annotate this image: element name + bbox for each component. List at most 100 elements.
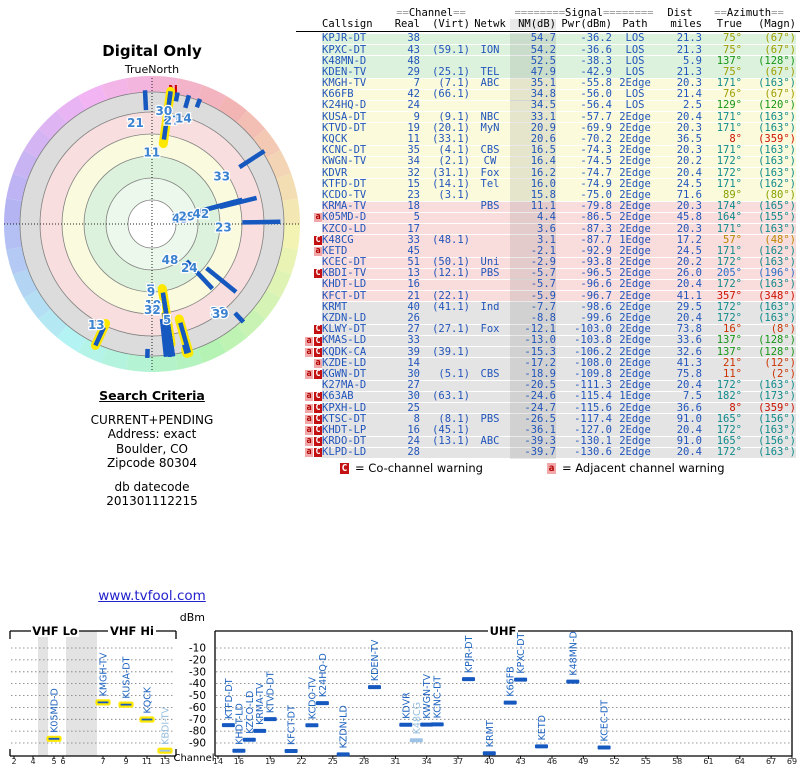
x-axis-tick-label: 14	[213, 757, 223, 766]
tvfool-report-page: Digital Only TrueNorthN38434829742249191…	[0, 0, 800, 768]
x-axis-tick-label: 40	[484, 757, 494, 766]
table-row: KUSA-DT9(9.1)NBC33.1-57.72Edge20.4171°(1…	[296, 112, 800, 123]
signal-bar-callsign-label: KRMA-TV	[255, 682, 266, 725]
signal-bar	[120, 703, 133, 707]
adjacent-channel-badge-icon: a	[305, 426, 313, 435]
signal-bar	[159, 749, 172, 753]
radar-spoke	[197, 99, 200, 107]
signal-bar	[504, 701, 517, 705]
signal-strength-chart: -10-20-30-40-50-60-70-80-90VHF LoVHF HiU…	[0, 608, 800, 768]
radar-channel-label: 21	[127, 116, 144, 130]
signal-bar-callsign-label: K24HQ-D	[318, 653, 329, 697]
search-city: Boulder, CO	[0, 442, 304, 457]
radar-channel-label: 24	[181, 261, 198, 275]
adjacent-channel-badge-icon: a	[314, 213, 322, 222]
x-axis-tick-label: 37	[453, 757, 463, 766]
table-row: CKBDI-TV13(12.1)PBS-5.7-96.52Edge26.0205…	[296, 268, 800, 279]
warning-legend: C = Co-channel warning a = Adjacent chan…	[340, 461, 725, 475]
signal-table: ==Channel==========Signal========Dist==A…	[296, 8, 800, 459]
co-channel-badge-icon: C	[314, 236, 322, 245]
adjacent-channel-badge-icon: a	[547, 463, 556, 474]
signal-table-rows: KPJR-DT3854.7-36.2LOS21.375°(67°)KPXC-DT…	[296, 33, 800, 458]
table-row: KQCK11(33.1)20.6-70.22Edge36.58°(359°)	[296, 134, 800, 145]
signal-bar	[97, 700, 110, 704]
search-criteria-block: Search Criteria CURRENT+PENDING Address:…	[0, 389, 304, 471]
radar-channel-label: 39	[212, 307, 229, 321]
table-row: KTFD-DT15(14.1)Tel16.0-74.92Edge24.5171°…	[296, 179, 800, 190]
table-row: aCKLPD-LD28-39.7-130.62Edge20.4172°(163°…	[296, 447, 800, 458]
table-row: KDEN-TV29(25.1)TEL47.9-42.9LOS21.375°(67…	[296, 67, 800, 78]
radar-spoke	[145, 90, 146, 110]
y-axis-tick-label: -70	[189, 714, 206, 726]
signal-bar	[483, 751, 496, 755]
table-row: aK05MD-D54.4-86.52Edge45.8164°(155°)	[296, 212, 800, 223]
x-axis-tick-label: 28	[359, 757, 369, 766]
band-label: VHF Lo	[32, 624, 78, 638]
x-axis-tick-label: 25	[328, 757, 338, 766]
table-row: CKLWY-DT27(27.1)Fox-12.1-103.02Edge73.81…	[296, 324, 800, 335]
table-row: KCDO-TV23(3.1)15.8-75.02Edge71.689°(80°)	[296, 190, 800, 201]
table-row: KFCT-DT21(22.1)-5.9-96.72Edge41.1357°(34…	[296, 291, 800, 302]
table-row: KMGH-TV7(7.1)ABC35.1-55.82Edge20.3171°(1…	[296, 78, 800, 89]
x-axis-tick-label: 46	[547, 757, 557, 766]
signal-bar	[232, 749, 245, 753]
signal-bar-callsign-label: KQCK	[143, 686, 154, 713]
table-row: KRMA-TV18PBS11.1-79.82Edge20.3174°(165°)	[296, 201, 800, 212]
signal-bar-callsign-label: KETD	[537, 715, 548, 740]
table-row: aCKMAS-LD33-13.0-103.82Edge33.6137°(128°…	[296, 335, 800, 346]
y-axis-tick-label: -40	[189, 678, 206, 690]
adjacent-channel-badge-icon: a	[305, 404, 313, 413]
co-channel-badge-icon: C	[314, 404, 322, 413]
signal-bar-callsign-label: KDEN-TV	[370, 639, 381, 681]
table-row: K48MN-D4852.5-38.3LOS5.9137°(128°)	[296, 56, 800, 67]
table-row: KDVR32(31.1)Fox16.2-74.72Edge20.4172°(16…	[296, 168, 800, 179]
radar-channel-label: 32	[144, 303, 161, 317]
table-row: KPXC-DT43(59.1)ION54.2-36.6LOS21.375°(67…	[296, 45, 800, 56]
signal-bar	[535, 744, 548, 748]
signal-bar-callsign-label: KWGN-TV	[422, 673, 433, 718]
adjacent-channel-badge-icon: a	[305, 415, 313, 424]
signal-bar-callsign-label: KRMT	[485, 720, 496, 747]
y-axis-tick-label: -80	[189, 726, 206, 738]
radar-channel-label: 48	[162, 253, 179, 267]
table-row: aCKPXH-LD25-24.7-115.62Edge36.68°(359°)	[296, 403, 800, 414]
x-axis-tick-label: 61	[703, 757, 713, 766]
radar-channel-label: 42	[193, 207, 210, 221]
search-criteria-heading: Search Criteria	[0, 389, 304, 404]
y-axis-tick-label: -30	[189, 666, 206, 678]
signal-bar	[222, 723, 235, 727]
x-axis-title: Channel	[173, 753, 214, 764]
table-row: KZCO-LD173.6-87.32Edge20.3171°(163°)	[296, 224, 800, 235]
x-axis-tick-label: 34	[422, 757, 432, 766]
band-label: VHF Hi	[110, 624, 154, 638]
co-channel-badge-icon: C	[314, 370, 322, 379]
radar-spoke	[242, 222, 280, 223]
true-north-label: TrueNorth	[124, 63, 179, 76]
signal-bar	[598, 746, 611, 750]
table-row: aCKTSC-DT8(8.1)PBS-26.5-117.42Edge91.016…	[296, 414, 800, 425]
tvfool-link[interactable]: www.tvfool.com	[0, 588, 304, 604]
y-axis-tick-label: -50	[189, 690, 206, 702]
table-row: aCKHDT-LP16(45.1)-36.1-127.02Edge20.4172…	[296, 425, 800, 436]
adjacent-channel-badge-icon: a	[305, 370, 313, 379]
table-row: KRMT40(41.1)Ind-7.7-98.62Edge29.5172°(16…	[296, 302, 800, 313]
signal-bar	[141, 718, 154, 722]
x-axis-tick-label: 64	[735, 757, 745, 766]
adjacent-channel-badge-icon: a	[305, 437, 313, 446]
co-channel-badge-icon: C	[340, 463, 349, 474]
band-label: UHF	[490, 624, 517, 638]
adjacent-channel-badge-icon: a	[305, 448, 313, 457]
radar-channel-label: 30	[156, 104, 173, 118]
x-axis-tick-label: 52	[610, 757, 620, 766]
adjacent-channel-badge-icon: a	[314, 247, 322, 256]
table-row: KHDT-LD16-5.7-96.62Edge20.4172°(163°)	[296, 280, 800, 291]
y-axis-tick-label: -60	[189, 702, 206, 714]
signal-bar	[368, 685, 381, 689]
x-axis-tick-label: 55	[641, 757, 651, 766]
co-channel-badge-icon: C	[314, 337, 322, 346]
x-axis-tick-label: 6	[60, 757, 65, 766]
co-channel-badge-icon: C	[314, 325, 322, 334]
table-row: aCKRDO-DT24(13.1)ABC-39.3-130.12Edge91.0…	[296, 436, 800, 447]
search-address-type: Address: exact	[0, 427, 304, 442]
adjacent-channel-badge-icon: a	[314, 359, 322, 368]
